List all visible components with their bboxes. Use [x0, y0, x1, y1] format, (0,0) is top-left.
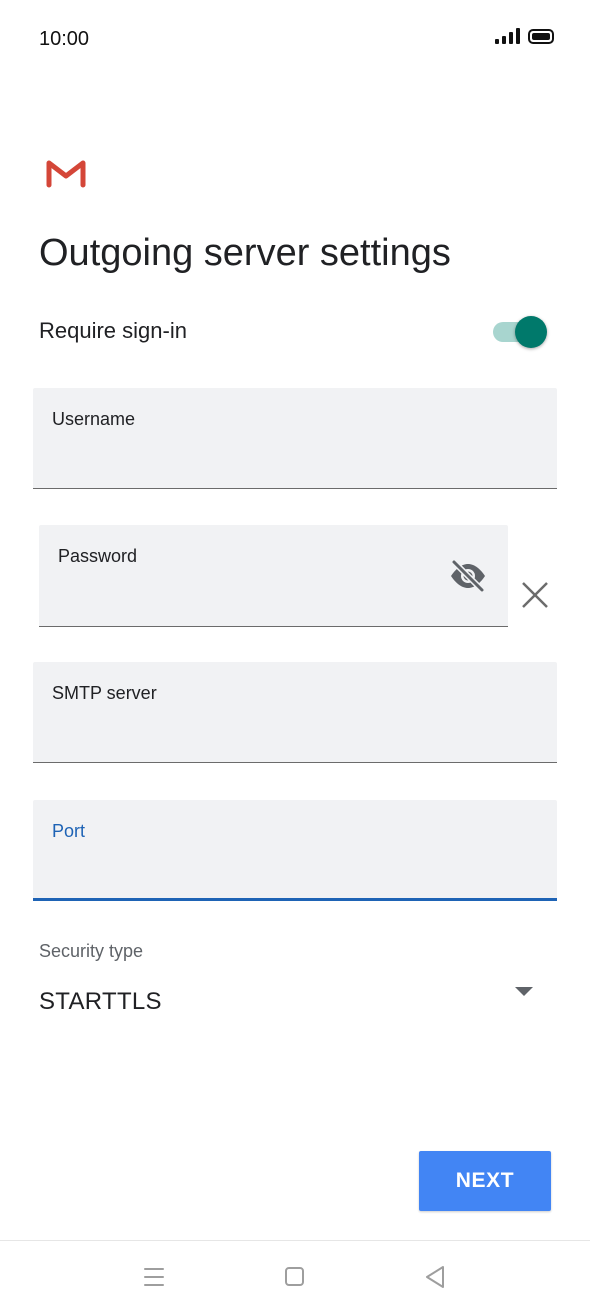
port-label: Port	[52, 821, 86, 841]
home-icon[interactable]	[285, 1267, 304, 1286]
smtp-server-label: SMTP server	[52, 683, 157, 703]
security-type-label: Security type	[39, 941, 144, 961]
dropdown-arrow-icon[interactable]	[515, 987, 533, 996]
page-title: Outgoing server settings	[39, 232, 451, 274]
port-field[interactable]: Port	[33, 800, 557, 901]
toggle-thumb	[515, 316, 547, 348]
signal-icon	[495, 28, 520, 44]
smtp-server-field[interactable]: SMTP server	[33, 662, 557, 763]
close-icon[interactable]	[519, 579, 551, 611]
require-signin-label: Require sign-in	[39, 318, 187, 343]
status-time: 10:00	[39, 28, 90, 50]
next-button[interactable]: NEXT	[419, 1151, 551, 1211]
require-signin-row[interactable]: Require sign-in	[39, 316, 549, 348]
gmail-logo-icon	[46, 160, 86, 188]
screen: 10:00 Outgoing server settings Require s…	[0, 0, 590, 1312]
menu-icon[interactable]	[144, 1268, 164, 1286]
status-icons	[495, 28, 554, 44]
password-field[interactable]: Password	[39, 525, 508, 627]
navigation-bar	[0, 1240, 590, 1312]
security-type-select[interactable]: STARTTLS	[39, 988, 162, 1016]
username-label: Username	[52, 409, 136, 429]
require-signin-toggle[interactable]	[491, 316, 547, 348]
back-icon[interactable]	[424, 1265, 446, 1289]
username-field[interactable]: Username	[33, 388, 557, 489]
battery-icon	[528, 28, 554, 44]
eye-off-icon[interactable]	[448, 559, 488, 593]
password-label: Password	[58, 546, 138, 566]
status-bar: 10:00	[0, 0, 590, 80]
